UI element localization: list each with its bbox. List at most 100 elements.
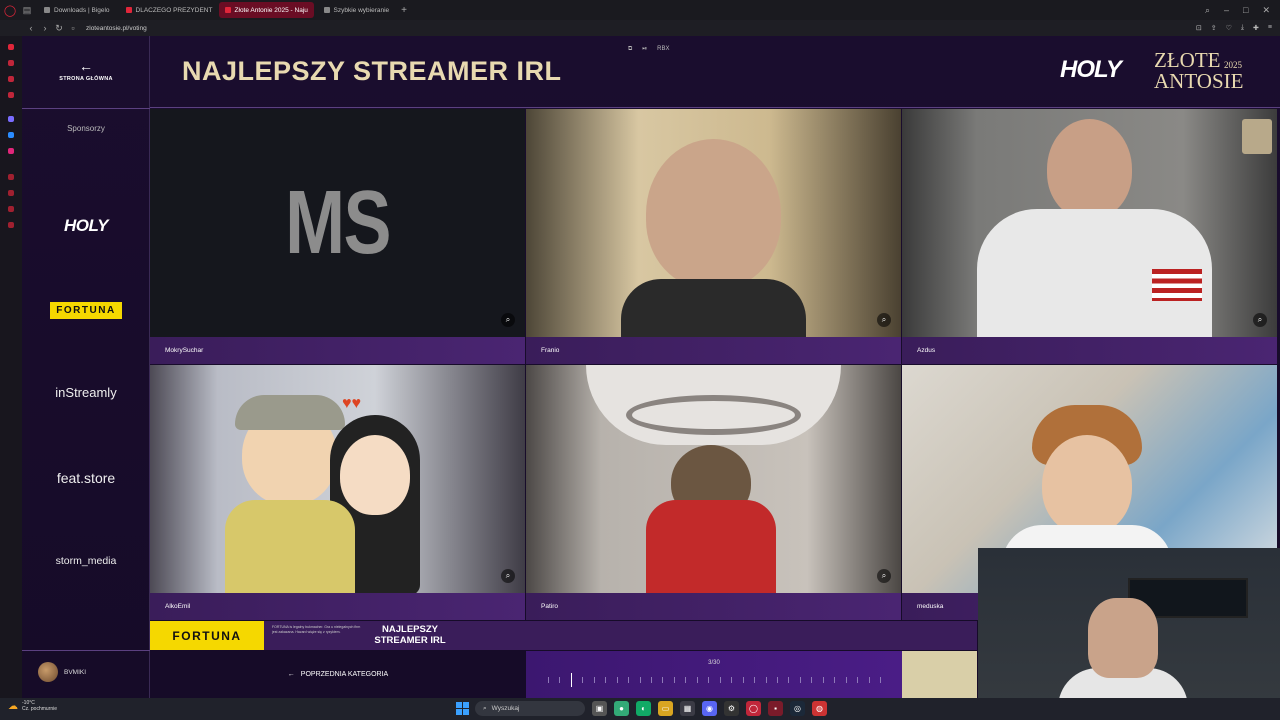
- progress-tick[interactable]: [754, 677, 756, 683]
- chrome-icon[interactable]: ●: [614, 701, 629, 716]
- progress-tick[interactable]: [788, 677, 790, 683]
- category-progress[interactable]: 3/30: [526, 651, 902, 698]
- search-tabs-icon[interactable]: ⌕: [1205, 5, 1210, 16]
- download-icon[interactable]: ⤓: [1241, 24, 1244, 32]
- progress-tick[interactable]: [799, 677, 801, 683]
- zoom-icon[interactable]: ⌕: [501, 313, 515, 327]
- reload-icon[interactable]: ↻: [52, 23, 66, 34]
- app-icon[interactable]: ▪: [768, 701, 783, 716]
- history-icon[interactable]: [8, 174, 14, 180]
- zoom-icon[interactable]: ⌕: [501, 569, 515, 583]
- browser-tab[interactable]: DLACZEGO PREZYDENT: [120, 2, 215, 18]
- play-pause-icon[interactable]: ⏯: [642, 46, 647, 53]
- zoom-icon[interactable]: ⌕: [877, 313, 891, 327]
- opera-icon[interactable]: ◯: [746, 701, 761, 716]
- home-button[interactable]: ← STRONA GŁÓWNA: [22, 58, 150, 82]
- zoom-icon[interactable]: ⌕: [1253, 313, 1267, 327]
- close-icon[interactable]: ✕: [1262, 5, 1270, 16]
- sponsor-holy-logo[interactable]: HOLY: [22, 216, 150, 236]
- sponsor-stormmedia-logo[interactable]: storm_media: [22, 555, 150, 567]
- progress-tick[interactable]: [811, 677, 813, 683]
- new-tab-icon[interactable]: +: [401, 5, 407, 16]
- discord-icon[interactable]: [8, 116, 14, 122]
- edge-icon[interactable]: ◐: [636, 701, 651, 716]
- progress-tick[interactable]: [776, 677, 778, 683]
- nominee-card[interactable]: ⌕ Patiro: [526, 365, 901, 620]
- store-icon[interactable]: ▦: [680, 701, 695, 716]
- progress-tick[interactable]: [593, 677, 595, 683]
- browser-tab[interactable]: Szybkie wybieranie: [318, 2, 396, 18]
- nominee-card[interactable]: ⌕ Franio: [526, 109, 901, 364]
- browser-tab-active[interactable]: Złote Antonie 2025 - Naju: [218, 2, 314, 18]
- progress-tick[interactable]: [582, 677, 584, 683]
- discord-icon[interactable]: ◉: [702, 701, 717, 716]
- progress-tick[interactable]: [880, 677, 881, 683]
- minimize-icon[interactable]: –: [1224, 5, 1229, 16]
- windows-start-icon[interactable]: [456, 702, 469, 715]
- progress-tick[interactable]: [857, 677, 859, 683]
- opera-flow-icon[interactable]: [8, 76, 14, 82]
- settings-icon[interactable]: [8, 222, 14, 228]
- progress-tick[interactable]: [570, 673, 573, 687]
- progress-tick[interactable]: [605, 677, 607, 683]
- progress-tick[interactable]: [845, 677, 847, 683]
- media-label[interactable]: RBX: [657, 46, 669, 53]
- progress-tick[interactable]: [719, 677, 721, 683]
- progress-tick[interactable]: [662, 677, 664, 683]
- fortuna-banner[interactable]: FORTUNA FORTUNA is legalny bukmacher. Gr…: [150, 621, 977, 650]
- url-field[interactable]: zloteantosie.pl/voting: [86, 25, 147, 32]
- steam-icon[interactable]: ◎: [790, 701, 805, 716]
- camera-icon[interactable]: ⊡: [1196, 24, 1202, 32]
- heart-icon[interactable]: ♡: [1226, 24, 1232, 32]
- settings-icon[interactable]: ⚙: [724, 701, 739, 716]
- extensions-icon[interactable]: ✚: [1253, 24, 1259, 32]
- sponsor-fortuna-logo[interactable]: FORTUNA: [22, 300, 150, 319]
- tab-menu-icon[interactable]: ▤: [20, 3, 34, 17]
- zoom-icon[interactable]: ⌕: [877, 569, 891, 583]
- progress-tick[interactable]: [559, 677, 561, 683]
- progress-tick[interactable]: [673, 677, 675, 683]
- sponsor-instreamly-logo[interactable]: inStreamly: [22, 385, 150, 400]
- maximize-icon[interactable]: □: [1243, 5, 1248, 16]
- back-icon[interactable]: ‹: [24, 23, 38, 33]
- obs-icon[interactable]: ◍: [812, 701, 827, 716]
- nominee-card[interactable]: MS ⌕ MokrySuchar: [150, 109, 525, 364]
- nominee-card[interactable]: ⌕ Azdus: [902, 109, 1277, 364]
- progress-tick[interactable]: [765, 677, 767, 683]
- share-icon[interactable]: ⇪: [1211, 24, 1217, 32]
- progress-tick[interactable]: [639, 677, 641, 683]
- progress-tick[interactable]: [742, 677, 744, 683]
- progress-tick[interactable]: [731, 677, 733, 683]
- opera-aria-icon[interactable]: [8, 60, 14, 66]
- weather-widget[interactable]: ☁ -10°C Cz. pochmurnie: [8, 700, 57, 712]
- progress-tick[interactable]: [822, 677, 824, 683]
- user-profile[interactable]: BVMIKI: [38, 662, 86, 682]
- opera-home-icon[interactable]: [8, 44, 14, 50]
- progress-tick[interactable]: [696, 677, 698, 683]
- progress-tick[interactable]: [868, 677, 870, 683]
- progress-tick[interactable]: [834, 677, 836, 683]
- file-explorer-icon[interactable]: ▭: [658, 701, 673, 716]
- opera-player-icon[interactable]: [8, 92, 14, 98]
- previous-category-button[interactable]: ← POPRZEDNIA KATEGORIA: [150, 651, 526, 698]
- instagram-icon[interactable]: [8, 148, 14, 154]
- menu-icon[interactable]: ≡: [1268, 24, 1272, 32]
- pip-icon[interactable]: ⧉: [628, 46, 632, 53]
- pinboard-icon[interactable]: [8, 206, 14, 212]
- progress-tick[interactable]: [685, 677, 687, 683]
- opera-logo-icon[interactable]: ◯: [0, 0, 20, 20]
- next-category-button[interactable]: [902, 651, 977, 698]
- task-view-icon[interactable]: ▣: [592, 701, 607, 716]
- nominee-card[interactable]: ♥♥ ⌕ AlkoEmil: [150, 365, 525, 620]
- browser-tab[interactable]: Downloads | Bigelo: [38, 2, 116, 18]
- bookmarks-icon[interactable]: [8, 190, 14, 196]
- taskbar-search[interactable]: ⌕ Wyszukaj: [475, 701, 585, 716]
- progress-tick[interactable]: [616, 677, 618, 683]
- forward-icon[interactable]: ›: [38, 23, 52, 33]
- progress-tick[interactable]: [708, 677, 710, 683]
- progress-tick[interactable]: [548, 677, 549, 683]
- progress-tick[interactable]: [628, 677, 630, 683]
- progress-tick[interactable]: [651, 677, 653, 683]
- sponsor-featstore-logo[interactable]: feat.store: [22, 470, 150, 486]
- messenger-icon[interactable]: [8, 132, 14, 138]
